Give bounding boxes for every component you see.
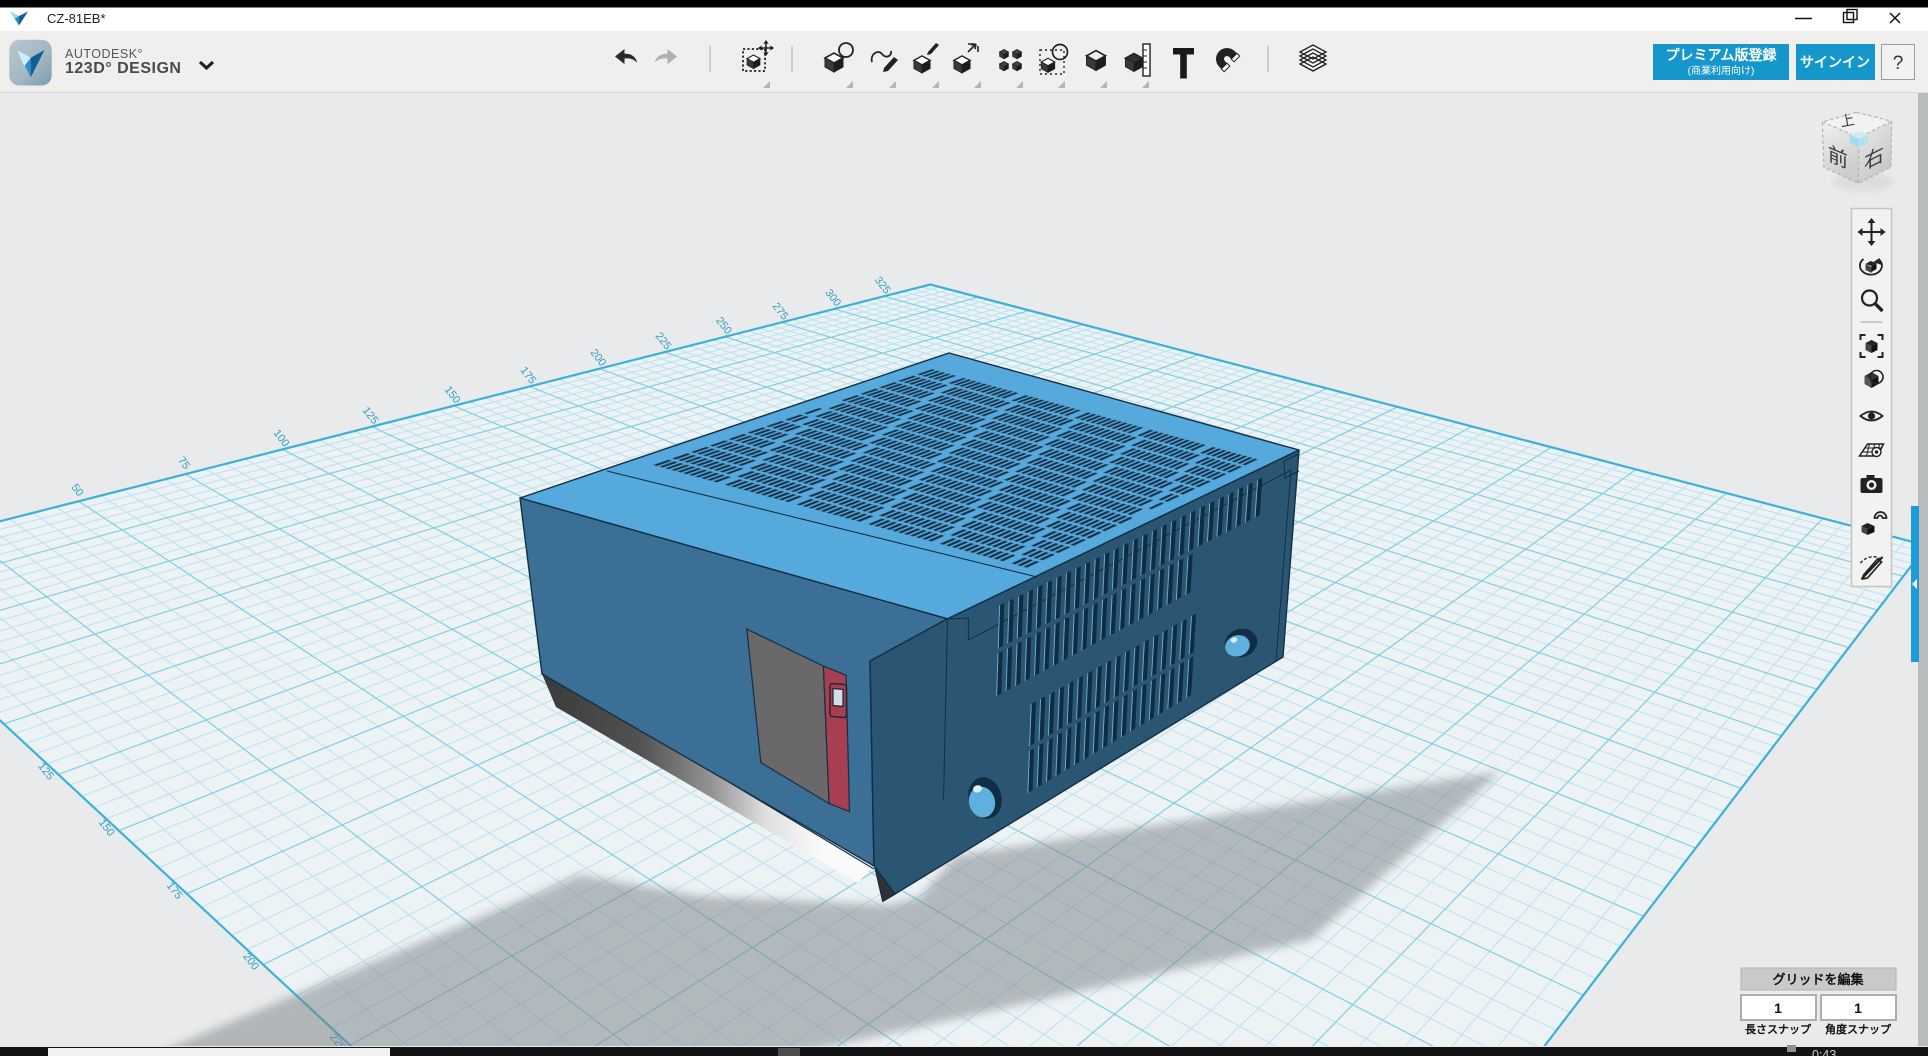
svg-text:プレミアム版登録: プレミアム版登録 [1665,47,1777,63]
svg-text:123D° DESIGN: 123D° DESIGN [65,60,181,77]
svg-text:グリッドを編集: グリッドを編集 [1772,972,1864,987]
svg-text:CZ-81EB*: CZ-81EB* [47,11,106,26]
svg-text:1: 1 [1774,1000,1782,1016]
svg-text:(商業利用向け): (商業利用向け) [1688,64,1755,77]
svg-text:?: ? [1893,53,1904,74]
svg-text:長さスナップ: 長さスナップ [1745,1022,1812,1036]
svg-text:サインイン: サインイン [1800,54,1870,70]
svg-text:AUTODESK°: AUTODESK° [65,47,143,61]
svg-text:0:43: 0:43 [1812,1048,1836,1056]
svg-text:角度スナップ: 角度スナップ [1825,1022,1892,1036]
svg-text:1: 1 [1854,1000,1862,1016]
svg-text:上: 上 [1839,111,1856,130]
